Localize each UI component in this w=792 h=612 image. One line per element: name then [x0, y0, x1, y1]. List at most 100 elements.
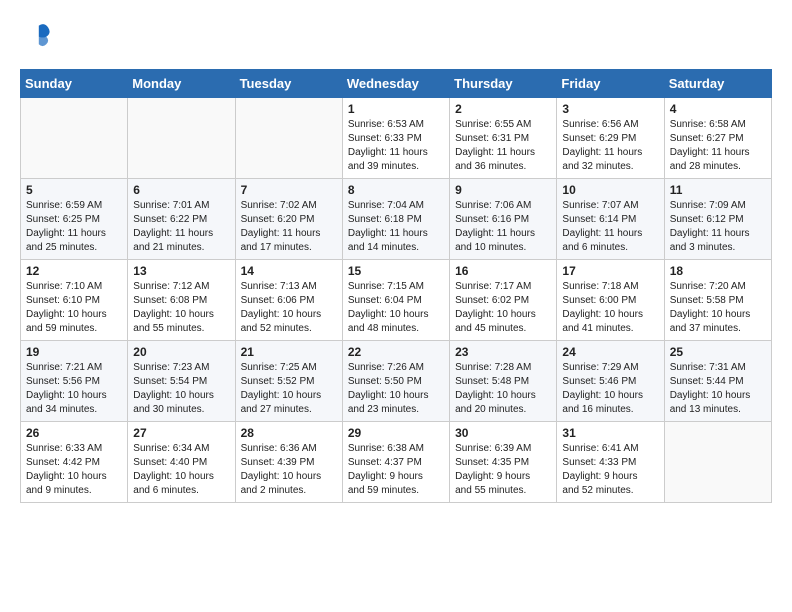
- calendar-cell: 22Sunrise: 7:26 AM Sunset: 5:50 PM Dayli…: [342, 341, 449, 422]
- weekday-header-tuesday: Tuesday: [235, 70, 342, 98]
- day-number: 19: [26, 345, 122, 359]
- day-number: 23: [455, 345, 551, 359]
- calendar-cell: [664, 422, 771, 503]
- calendar-cell: 30Sunrise: 6:39 AM Sunset: 4:35 PM Dayli…: [450, 422, 557, 503]
- day-number: 8: [348, 183, 444, 197]
- weekday-header-friday: Friday: [557, 70, 664, 98]
- day-number: 5: [26, 183, 122, 197]
- day-number: 12: [26, 264, 122, 278]
- day-info: Sunrise: 7:04 AM Sunset: 6:18 PM Dayligh…: [348, 199, 444, 255]
- day-number: 1: [348, 102, 444, 116]
- day-number: 9: [455, 183, 551, 197]
- day-info: Sunrise: 7:01 AM Sunset: 6:22 PM Dayligh…: [133, 199, 229, 255]
- day-info: Sunrise: 7:15 AM Sunset: 6:04 PM Dayligh…: [348, 280, 444, 336]
- calendar-cell: 15 Sunrise: 7:15 AM Sunset: 6:04 PM Dayli…: [342, 260, 449, 341]
- day-info: Sunrise: 7:28 AM Sunset: 5:48 PM Dayligh…: [455, 361, 551, 417]
- calendar-week-0: 1 Sunrise: 6:53 AM Sunset: 6:33 PM Daylig…: [21, 98, 772, 179]
- calendar-cell: 6 Sunrise: 7:01 AM Sunset: 6:22 PM Daylig…: [128, 179, 235, 260]
- day-number: 21: [241, 345, 337, 359]
- calendar-cell: 21 Sunrise: 7:25 AM Sunset: 5:52 PM Dayli…: [235, 341, 342, 422]
- calendar-cell: [128, 98, 235, 179]
- calendar-week-4: 26 Sunrise: 6:33 AM Sunset: 4:42 PM Dayli…: [21, 422, 772, 503]
- day-number: 16: [455, 264, 551, 278]
- calendar-cell: 5 Sunrise: 6:59 AM Sunset: 6:25 PM Daylig…: [21, 179, 128, 260]
- day-info: Sunrise: 7:06 AM Sunset: 6:16 PM Dayligh…: [455, 199, 551, 255]
- day-number: 28: [241, 426, 337, 440]
- logo: [20, 20, 50, 53]
- day-info: Sunrise: 6:33 AM Sunset: 4:42 PM Dayligh…: [26, 442, 122, 498]
- calendar-cell: 26 Sunrise: 6:33 AM Sunset: 4:42 PM Dayli…: [21, 422, 128, 503]
- calendar-cell: 2 Sunrise: 6:55 AM Sunset: 6:31 PM Daylig…: [450, 98, 557, 179]
- calendar-cell: [235, 98, 342, 179]
- day-number: 30: [455, 426, 551, 440]
- weekday-header-sunday: Sunday: [21, 70, 128, 98]
- calendar-cell: 11 Sunrise: 7:09 AM Sunset: 6:12 PM Dayli…: [664, 179, 771, 260]
- day-info: Sunrise: 6:41 AM Sunset: 4:33 PM Dayligh…: [562, 442, 658, 498]
- day-info: Sunrise: 6:53 AM Sunset: 6:33 PM Dayligh…: [348, 118, 444, 174]
- weekday-header-thursday: Thursday: [450, 70, 557, 98]
- day-info: Sunrise: 6:36 AM Sunset: 4:39 PM Dayligh…: [241, 442, 337, 498]
- calendar-cell: 17Sunrise: 7:18 AM Sunset: 6:00 PM Dayli…: [557, 260, 664, 341]
- day-number: 27: [133, 426, 229, 440]
- day-info: Sunrise: 7:23 AM Sunset: 5:54 PM Dayligh…: [133, 361, 229, 417]
- day-info: Sunrise: 7:17 AM Sunset: 6:02 PM Dayligh…: [455, 280, 551, 336]
- day-info: Sunrise: 7:21 AM Sunset: 5:56 PM Dayligh…: [26, 361, 122, 417]
- day-info: Sunrise: 6:34 AM Sunset: 4:40 PM Dayligh…: [133, 442, 229, 498]
- day-number: 18: [670, 264, 766, 278]
- day-info: Sunrise: 7:20 AM Sunset: 5:58 PM Dayligh…: [670, 280, 766, 336]
- day-info: Sunrise: 7:02 AM Sunset: 6:20 PM Dayligh…: [241, 199, 337, 255]
- day-number: 14: [241, 264, 337, 278]
- day-info: Sunrise: 7:07 AM Sunset: 6:14 PM Dayligh…: [562, 199, 658, 255]
- day-info: Sunrise: 6:59 AM Sunset: 6:25 PM Dayligh…: [26, 199, 122, 255]
- day-number: 25: [670, 345, 766, 359]
- day-info: Sunrise: 6:38 AM Sunset: 4:37 PM Dayligh…: [348, 442, 444, 498]
- calendar-cell: 29 Sunrise: 6:38 AM Sunset: 4:37 PM Dayli…: [342, 422, 449, 503]
- day-info: Sunrise: 7:09 AM Sunset: 6:12 PM Dayligh…: [670, 199, 766, 255]
- day-number: 13: [133, 264, 229, 278]
- calendar-cell: [21, 98, 128, 179]
- calendar-cell: 9 Sunrise: 7:06 AM Sunset: 6:16 PM Daylig…: [450, 179, 557, 260]
- calendar-cell: 25Sunrise: 7:31 AM Sunset: 5:44 PM Dayli…: [664, 341, 771, 422]
- calendar-cell: 13 Sunrise: 7:12 AM Sunset: 6:08 PM Dayli…: [128, 260, 235, 341]
- calendar-cell: 16 Sunrise: 7:17 AM Sunset: 6:02 PM Dayli…: [450, 260, 557, 341]
- calendar-cell: 18 Sunrise: 7:20 AM Sunset: 5:58 PM Dayli…: [664, 260, 771, 341]
- day-number: 26: [26, 426, 122, 440]
- calendar-cell: 31 Sunrise: 6:41 AM Sunset: 4:33 PM Dayli…: [557, 422, 664, 503]
- day-info: Sunrise: 7:29 AM Sunset: 5:46 PM Dayligh…: [562, 361, 658, 417]
- day-number: 29: [348, 426, 444, 440]
- day-number: 4: [670, 102, 766, 116]
- calendar-cell: 10 Sunrise: 7:07 AM Sunset: 6:14 PM Dayli…: [557, 179, 664, 260]
- calendar-cell: 27 Sunrise: 6:34 AM Sunset: 4:40 PM Dayli…: [128, 422, 235, 503]
- weekday-header-monday: Monday: [128, 70, 235, 98]
- day-number: 2: [455, 102, 551, 116]
- page-header: [20, 20, 772, 53]
- day-info: Sunrise: 7:13 AM Sunset: 6:06 PM Dayligh…: [241, 280, 337, 336]
- day-number: 22: [348, 345, 444, 359]
- calendar-cell: 14 Sunrise: 7:13 AM Sunset: 6:06 PM Dayli…: [235, 260, 342, 341]
- day-number: 31: [562, 426, 658, 440]
- day-number: 15: [348, 264, 444, 278]
- calendar-cell: 4Sunrise: 6:58 AM Sunset: 6:27 PM Daylig…: [664, 98, 771, 179]
- day-number: 11: [670, 183, 766, 197]
- calendar-cell: 23 Sunrise: 7:28 AM Sunset: 5:48 PM Dayli…: [450, 341, 557, 422]
- calendar-week-3: 19 Sunrise: 7:21 AM Sunset: 5:56 PM Dayli…: [21, 341, 772, 422]
- calendar-week-2: 12Sunrise: 7:10 AM Sunset: 6:10 PM Dayli…: [21, 260, 772, 341]
- calendar-cell: 20Sunrise: 7:23 AM Sunset: 5:54 PM Dayli…: [128, 341, 235, 422]
- day-number: 17: [562, 264, 658, 278]
- day-number: 7: [241, 183, 337, 197]
- day-info: Sunrise: 7:25 AM Sunset: 5:52 PM Dayligh…: [241, 361, 337, 417]
- day-info: Sunrise: 7:12 AM Sunset: 6:08 PM Dayligh…: [133, 280, 229, 336]
- logo-icon: [22, 20, 50, 48]
- calendar-cell: 8 Sunrise: 7:04 AM Sunset: 6:18 PM Daylig…: [342, 179, 449, 260]
- weekday-header-wednesday: Wednesday: [342, 70, 449, 98]
- weekday-header-saturday: Saturday: [664, 70, 771, 98]
- day-info: Sunrise: 6:55 AM Sunset: 6:31 PM Dayligh…: [455, 118, 551, 174]
- day-number: 10: [562, 183, 658, 197]
- calendar-cell: 3Sunrise: 6:56 AM Sunset: 6:29 PM Daylig…: [557, 98, 664, 179]
- calendar-cell: 12Sunrise: 7:10 AM Sunset: 6:10 PM Dayli…: [21, 260, 128, 341]
- calendar-header-row: SundayMondayTuesdayWednesdayThursdayFrid…: [21, 70, 772, 98]
- day-info: Sunrise: 6:56 AM Sunset: 6:29 PM Dayligh…: [562, 118, 658, 174]
- calendar-cell: 7 Sunrise: 7:02 AM Sunset: 6:20 PM Daylig…: [235, 179, 342, 260]
- calendar-cell: 1 Sunrise: 6:53 AM Sunset: 6:33 PM Daylig…: [342, 98, 449, 179]
- day-number: 6: [133, 183, 229, 197]
